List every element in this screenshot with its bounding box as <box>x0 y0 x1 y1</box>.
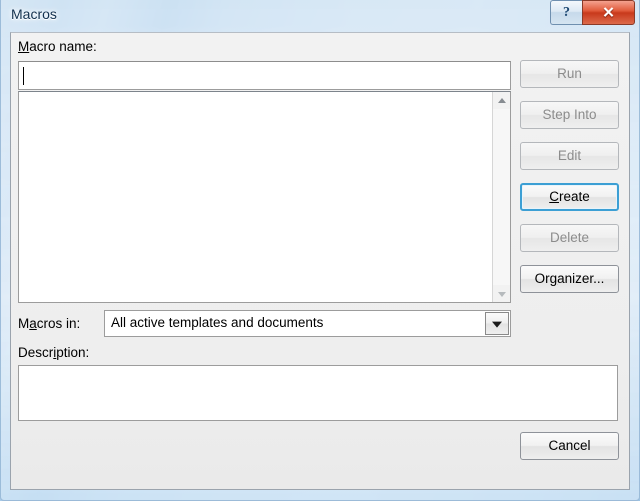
macros-in-label-prefix: M <box>18 316 30 331</box>
macros-in-label-text: cros in: <box>36 316 81 331</box>
chevron-down-icon <box>492 321 502 328</box>
macro-name-label-accel: M <box>18 39 30 54</box>
dialog-surface: Macro name: Macros in: All active templa… <box>11 33 629 489</box>
create-button[interactable]: Create <box>520 183 619 211</box>
macros-in-label-accel: a <box>29 316 37 331</box>
macros-dialog-window: Macros ? ✕ Macro name: Macros in: All ac… <box>0 0 640 501</box>
run-button[interactable]: Run <box>520 60 619 88</box>
description-textarea[interactable] <box>18 365 618 421</box>
description-label-prefix: Descr <box>18 345 54 360</box>
edit-button[interactable]: Edit <box>520 142 619 170</box>
description-label-text: ption: <box>56 345 90 360</box>
organizer-button-prefix: Or <box>534 271 550 286</box>
organizer-button[interactable]: Organizer... <box>520 265 619 293</box>
delete-button[interactable]: Delete <box>520 224 619 252</box>
description-label: Description: <box>18 345 89 360</box>
macro-list-box[interactable] <box>18 91 511 303</box>
macros-in-dropdown-button[interactable] <box>485 312 509 335</box>
step-into-button-label: Step Into <box>542 107 597 122</box>
dialog-client-area: Macro name: Macros in: All active templa… <box>10 32 630 490</box>
create-button-label: reate <box>558 189 590 204</box>
title-bar[interactable]: Macros ? ✕ <box>0 0 640 32</box>
step-into-button[interactable]: Step Into <box>520 101 619 129</box>
caption-button-group: ? ✕ <box>550 0 635 25</box>
organizer-button-accel: g <box>549 271 558 286</box>
macros-in-combobox[interactable]: All active templates and documents <box>104 310 511 337</box>
run-button-label: Run <box>557 66 582 81</box>
close-icon: ✕ <box>602 4 615 21</box>
macro-list-items[interactable] <box>19 92 492 302</box>
cancel-button-label: Cancel <box>548 438 591 453</box>
scrollbar-track[interactable] <box>493 109 510 285</box>
macros-in-selected-value: All active templates and documents <box>111 315 324 330</box>
macro-name-label: Macro name: <box>18 39 97 54</box>
help-button[interactable]: ? <box>550 0 582 25</box>
scroll-down-button[interactable] <box>493 285 510 302</box>
macro-list-scrollbar[interactable] <box>492 92 510 302</box>
edit-button-label: Edit <box>557 148 582 163</box>
close-button[interactable]: ✕ <box>582 0 635 25</box>
delete-button-label: Delete <box>549 230 590 245</box>
question-mark-icon: ? <box>563 4 570 20</box>
macro-name-label-text: acro name: <box>29 39 97 54</box>
organizer-button-label: anizer... <box>557 271 605 286</box>
macro-name-input[interactable] <box>18 61 511 90</box>
macros-in-label: Macros in: <box>18 316 80 331</box>
cancel-button[interactable]: Cancel <box>520 432 619 460</box>
create-button-accel: C <box>549 189 559 204</box>
window-title: Macros <box>11 6 57 22</box>
chevron-down-icon <box>497 291 506 297</box>
scroll-up-button[interactable] <box>493 92 510 109</box>
chevron-up-icon <box>497 97 506 103</box>
text-caret <box>23 67 24 85</box>
